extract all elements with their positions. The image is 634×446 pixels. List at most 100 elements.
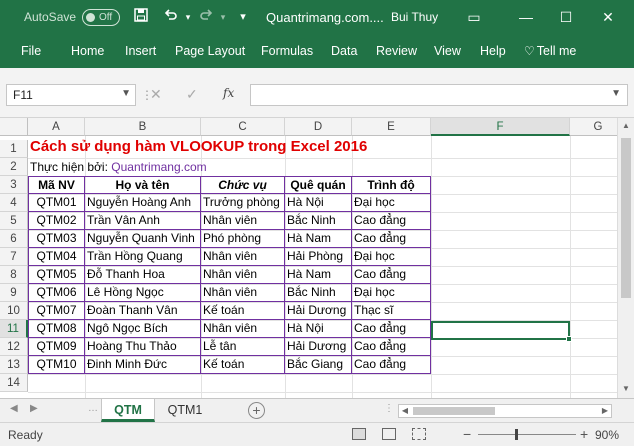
table-cell-hometown[interactable]: Hà Nam: [285, 230, 352, 248]
table-cell-position[interactable]: Kế toán: [201, 356, 285, 374]
zoom-slider[interactable]: [478, 434, 576, 435]
tab-home[interactable]: Home: [71, 44, 104, 58]
tab-file[interactable]: File: [21, 44, 41, 58]
ribbon-display-icon[interactable]: ▭: [462, 6, 486, 28]
zoom-out-icon[interactable]: −: [463, 426, 471, 442]
redo-dropdown-icon[interactable]: ▾: [214, 8, 232, 26]
tab-view[interactable]: View: [434, 44, 461, 58]
table-cell-degree[interactable]: Cao đẳng: [352, 212, 431, 230]
table-cell-degree[interactable]: Cao đẳng: [352, 266, 431, 284]
tab-formulas[interactable]: Formulas: [261, 44, 313, 58]
row-header-2[interactable]: 2: [0, 158, 28, 176]
table-cell-degree[interactable]: Thạc sĩ: [352, 302, 431, 320]
row-header-3[interactable]: 3: [0, 176, 28, 194]
table-cell-hometown[interactable]: Bắc Ninh: [285, 212, 352, 230]
more-sheets-icon[interactable]: …: [88, 403, 98, 414]
scroll-left-icon[interactable]: ◀: [399, 405, 411, 417]
row-header-7[interactable]: 7: [0, 248, 28, 266]
sheet-tab-qtm1[interactable]: QTM1: [156, 399, 214, 422]
customize-icon[interactable]: ▾: [234, 8, 252, 26]
prev-sheet-icon[interactable]: ◀: [10, 403, 18, 414]
author-cell[interactable]: Thực hiện bởi: Quantrimang.com: [28, 159, 328, 177]
table-cell-hometown[interactable]: Hải Dương: [285, 338, 352, 356]
column-header-c[interactable]: C: [201, 118, 285, 136]
zoom-level[interactable]: 90%: [595, 428, 619, 442]
table-cell-name[interactable]: Đoàn Thanh Vân: [85, 302, 201, 320]
table-cell-position[interactable]: Nhân viên: [201, 248, 285, 266]
table-cell-position[interactable]: Kế toán: [201, 302, 285, 320]
row-header-13[interactable]: 13: [0, 356, 28, 374]
table-cell-degree[interactable]: Cao đẳng: [352, 338, 431, 356]
sheet-title[interactable]: Cách sử dụng hàm VLOOKUP trong Excel 201…: [28, 138, 367, 158]
table-cell-name[interactable]: Lê Hồng Ngọc: [85, 284, 201, 302]
table-cell-degree[interactable]: Cao đẳng: [352, 356, 431, 374]
row-header-8[interactable]: 8: [0, 266, 28, 284]
header-chuc-vu[interactable]: Chức vụ: [201, 176, 285, 194]
scrollbar-thumb[interactable]: [621, 138, 631, 298]
formula-input[interactable]: ▼: [250, 84, 628, 106]
table-cell-hometown[interactable]: Bắc Giang: [285, 356, 352, 374]
header-ma-nv[interactable]: Mã NV: [28, 176, 85, 194]
tab-page-layout[interactable]: Page Layout: [175, 44, 245, 58]
table-cell-degree[interactable]: Cao đẳng: [352, 320, 431, 338]
table-cell-name[interactable]: Trần Hồng Quang: [85, 248, 201, 266]
scroll-up-icon[interactable]: ▲: [618, 118, 634, 134]
table-cell-ma-nv[interactable]: QTM02: [28, 212, 85, 230]
chevron-down-icon[interactable]: ▼: [121, 88, 131, 99]
header-ho-va-ten[interactable]: Họ và tên: [85, 176, 201, 194]
table-cell-ma-nv[interactable]: QTM10: [28, 356, 85, 374]
row-header-1[interactable]: 1: [0, 140, 28, 158]
table-cell-name[interactable]: Nguyễn Quanh Vinh: [85, 230, 201, 248]
tab-splitter-icon[interactable]: ⋮: [384, 403, 394, 414]
table-cell-ma-nv[interactable]: QTM07: [28, 302, 85, 320]
worksheet-grid[interactable]: A B C D E F G 1 2 3 4 5 6 7 8 9 10 11 12…: [0, 118, 634, 398]
table-cell-position[interactable]: Trưởng phòng: [201, 194, 285, 212]
table-cell-ma-nv[interactable]: QTM03: [28, 230, 85, 248]
table-cell-name[interactable]: Hoàng Thu Thảo: [85, 338, 201, 356]
maximize-icon[interactable]: ☐: [554, 6, 578, 28]
name-box[interactable]: F11 ▼: [6, 84, 136, 106]
scrollbar-thumb[interactable]: [413, 407, 495, 415]
row-header-10[interactable]: 10: [0, 302, 28, 320]
enter-icon[interactable]: ✓: [186, 86, 198, 103]
row-header-6[interactable]: 6: [0, 230, 28, 248]
zoom-slider-knob[interactable]: [515, 429, 518, 440]
table-cell-ma-nv[interactable]: QTM05: [28, 266, 85, 284]
table-cell-name[interactable]: Đỗ Thanh Hoa: [85, 266, 201, 284]
table-cell-position[interactable]: Nhân viên: [201, 212, 285, 230]
table-cell-hometown[interactable]: Bắc Ninh: [285, 284, 352, 302]
row-header-12[interactable]: 12: [0, 338, 28, 356]
table-cell-name[interactable]: Trần Vân Anh: [85, 212, 201, 230]
zoom-in-icon[interactable]: +: [580, 426, 588, 442]
next-sheet-icon[interactable]: ▶: [30, 403, 38, 414]
fill-handle[interactable]: [566, 336, 572, 342]
vertical-scrollbar[interactable]: ▲ ▼: [617, 118, 634, 398]
table-cell-hometown[interactable]: Hải Phòng: [285, 248, 352, 266]
user-name[interactable]: Bui Thuy: [391, 10, 438, 24]
horizontal-scrollbar[interactable]: ◀ ▶: [398, 404, 612, 418]
column-header-a[interactable]: A: [28, 118, 85, 136]
row-header-9[interactable]: 9: [0, 284, 28, 302]
cancel-icon[interactable]: ✕: [150, 86, 162, 103]
row-header-11[interactable]: 11: [0, 320, 28, 338]
table-cell-position[interactable]: Nhân viên: [201, 320, 285, 338]
save-icon[interactable]: [132, 8, 150, 26]
sheet-tab-qtm[interactable]: QTM: [101, 399, 155, 422]
tab-insert[interactable]: Insert: [125, 44, 156, 58]
header-que-quan[interactable]: Quê quán: [285, 176, 352, 194]
row-header-5[interactable]: 5: [0, 212, 28, 230]
undo-icon[interactable]: [162, 8, 180, 26]
add-sheet-icon[interactable]: +: [248, 402, 265, 419]
column-header-f[interactable]: F: [431, 118, 570, 136]
tab-data[interactable]: Data: [331, 44, 357, 58]
page-layout-view-icon[interactable]: [382, 428, 396, 440]
table-cell-degree[interactable]: Đại học: [352, 284, 431, 302]
table-cell-degree[interactable]: Đại học: [352, 248, 431, 266]
undo-dropdown-icon[interactable]: ▾: [179, 8, 197, 26]
column-header-e[interactable]: E: [352, 118, 431, 136]
table-cell-hometown[interactable]: Hà Nội: [285, 194, 352, 212]
autosave-toggle[interactable]: Off: [82, 9, 120, 26]
table-cell-position[interactable]: Nhân viên: [201, 266, 285, 284]
normal-view-icon[interactable]: [352, 428, 366, 440]
minimize-icon[interactable]: —: [514, 6, 538, 28]
